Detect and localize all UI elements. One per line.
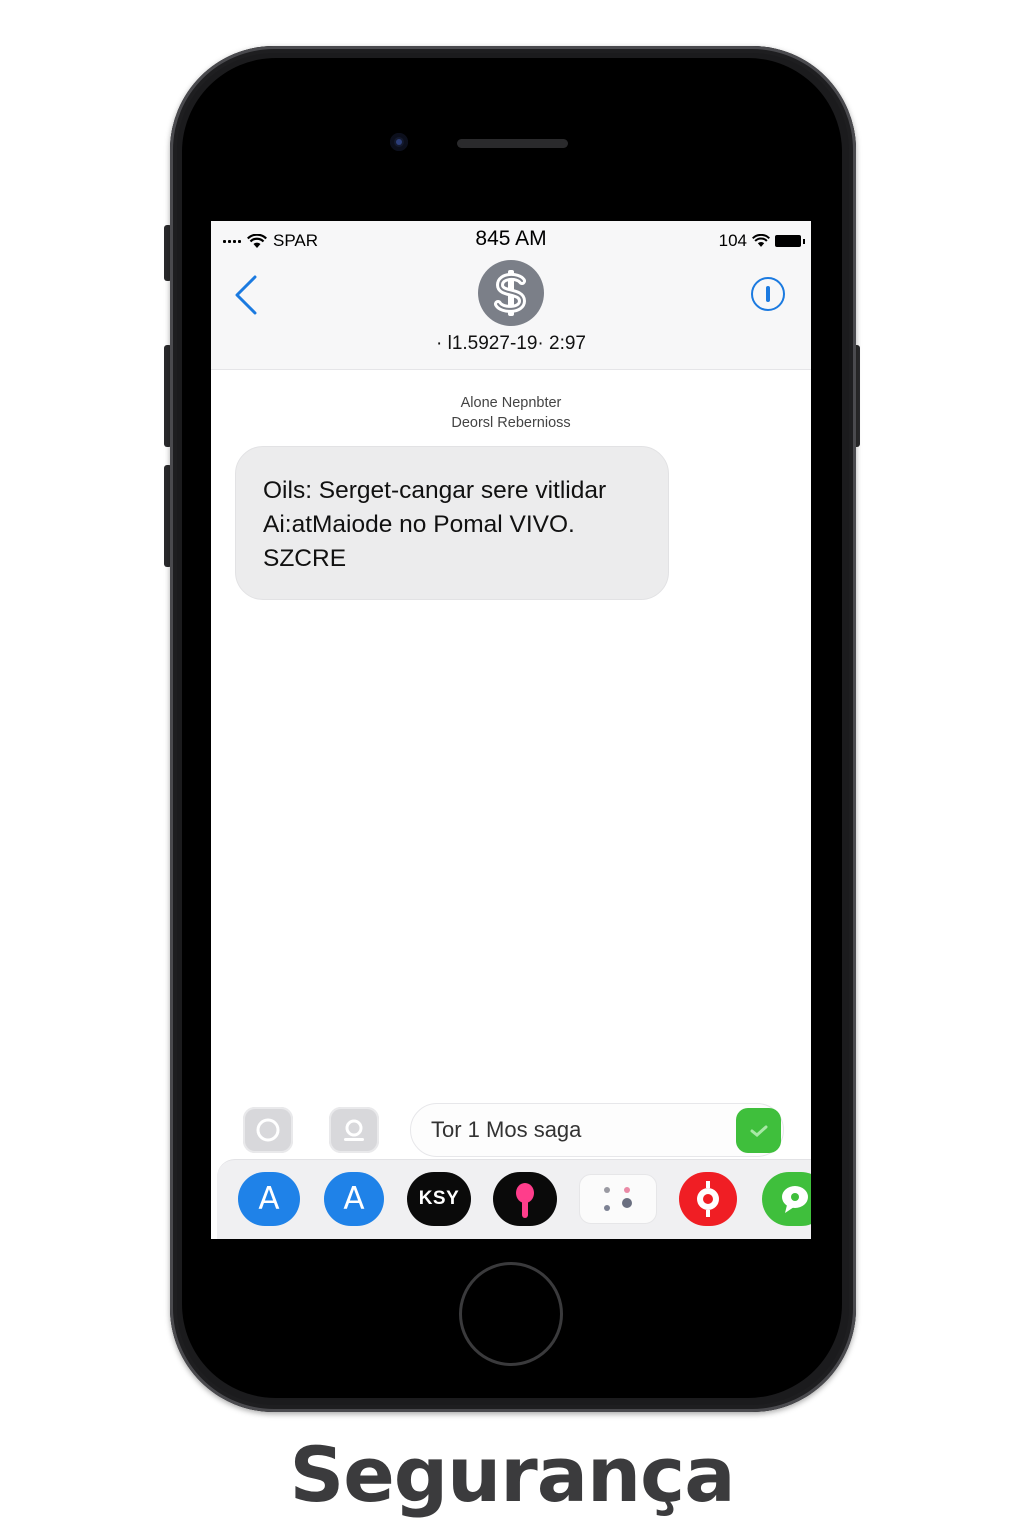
app-label: A	[343, 1181, 365, 1217]
info-button[interactable]	[751, 277, 785, 311]
chat-bubble-icon	[782, 1186, 808, 1213]
app-label: KSY	[418, 1188, 460, 1209]
app-label: A	[258, 1181, 280, 1217]
messages-screen: SPAR 845 AM 104 · l1.5927-19· 2:97 Alone…	[211, 221, 811, 1239]
dots-icon	[604, 1187, 632, 1211]
home-button[interactable]	[459, 1262, 563, 1366]
app-store-icon[interactable]: A	[238, 1172, 300, 1226]
compose-row	[211, 1103, 811, 1159]
app-store-icon[interactable]: A	[324, 1172, 384, 1226]
thread-header-line-2: Deorsl Rebernioss	[451, 415, 571, 431]
pin-icon	[516, 1183, 534, 1218]
dots-app-icon[interactable]	[579, 1174, 657, 1224]
status-bar: SPAR 845 AM 104	[211, 221, 811, 261]
status-right: 104	[718, 231, 805, 251]
contact-avatar[interactable]	[478, 260, 544, 326]
earpiece-speaker	[457, 139, 568, 148]
message-input[interactable]	[410, 1103, 784, 1157]
thread-header-line-1: Alone Nepnbter	[460, 395, 562, 411]
pin-app-icon[interactable]	[493, 1172, 557, 1226]
chevron-left-icon	[235, 275, 257, 315]
thread-header: Alone Nepnbter Deorsl Rebernioss	[211, 393, 811, 433]
target-app-icon[interactable]	[679, 1172, 737, 1226]
app-drawer: A A KSY	[217, 1159, 811, 1239]
camera-icon	[256, 1118, 280, 1142]
battery-icon	[775, 235, 805, 247]
target-icon	[697, 1181, 719, 1217]
send-icon	[750, 1125, 768, 1137]
contact-number[interactable]: · l1.5927-19· 2:97	[211, 333, 811, 355]
front-camera-icon	[390, 133, 408, 151]
battery-percentage: 104	[718, 231, 747, 250]
wifi-icon	[752, 234, 770, 247]
app-store-small-icon	[344, 1119, 364, 1141]
chat-app-icon[interactable]	[762, 1172, 811, 1226]
conversation-header: · l1.5927-19· 2:97	[211, 260, 811, 370]
message-text: Oils: Serget-cangar sere vitlidar Ai:atM…	[263, 477, 607, 572]
incoming-message-bubble[interactable]: Oils: Serget-cangar sere vitlidar Ai:atM…	[235, 446, 669, 600]
stage: SPAR 845 AM 104 · l1.5927-19· 2:97 Alone…	[0, 0, 1024, 1536]
apps-button[interactable]	[329, 1107, 379, 1153]
ksy-app-icon[interactable]: KSY	[407, 1172, 471, 1226]
back-button[interactable]	[231, 273, 267, 317]
send-button[interactable]	[736, 1108, 781, 1153]
dollar-sign-icon	[494, 270, 527, 316]
caption-title: Segurança	[289, 1430, 736, 1519]
camera-button[interactable]	[243, 1107, 293, 1153]
